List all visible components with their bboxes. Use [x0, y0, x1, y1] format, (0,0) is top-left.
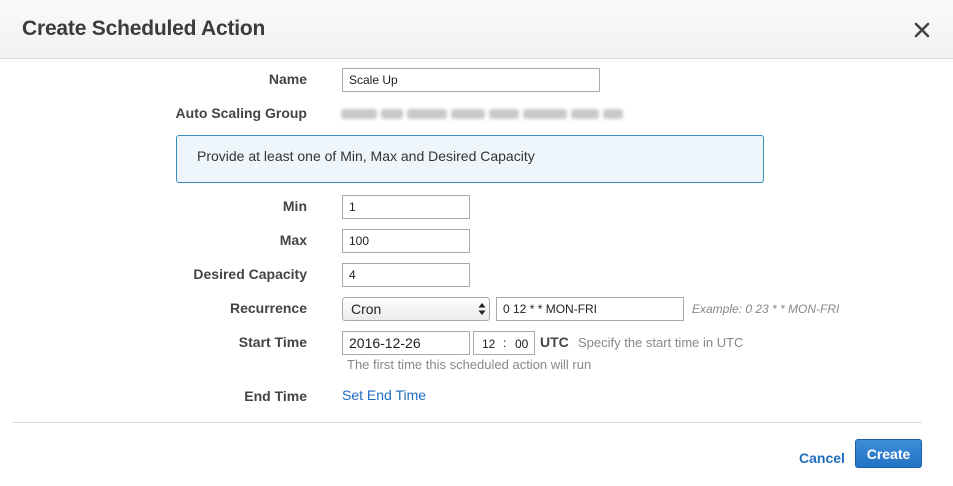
info-text: Provide at least one of Min, Max and Des…	[197, 148, 535, 164]
cron-expression-input[interactable]	[496, 297, 684, 321]
recurrence-label: Recurrence	[229, 300, 307, 316]
start-time-input[interactable]: 12 : 00	[473, 331, 535, 355]
info-box: Provide at least one of Min, Max and Des…	[176, 135, 764, 183]
max-label: Max	[279, 232, 307, 248]
start-date-input[interactable]	[342, 331, 470, 355]
cron-example-hint: Example: 0 23 * * MON-FRI	[692, 302, 840, 316]
create-button[interactable]: Create	[855, 439, 922, 468]
close-icon	[914, 22, 930, 38]
asg-value-redacted	[341, 107, 627, 121]
desired-capacity-label: Desired Capacity	[193, 266, 307, 282]
start-hour[interactable]: 12	[482, 337, 495, 351]
name-input[interactable]	[342, 68, 600, 92]
start-time-label: Start Time	[238, 334, 307, 350]
dialog-title: Create Scheduled Action	[22, 17, 266, 40]
footer-divider	[12, 422, 922, 423]
max-input[interactable]	[342, 229, 470, 253]
dialog-header: Create Scheduled Action	[0, 0, 953, 59]
utc-label: UTC	[540, 334, 569, 350]
cancel-button[interactable]: Cancel	[799, 450, 845, 466]
desired-capacity-input[interactable]	[342, 263, 470, 287]
asg-label: Auto Scaling Group	[175, 105, 307, 121]
set-end-time-link[interactable]: Set End Time	[342, 387, 426, 403]
updown-arrows-icon	[478, 303, 486, 315]
min-input[interactable]	[342, 195, 470, 219]
end-time-label: End Time	[244, 388, 307, 404]
name-label: Name	[268, 71, 307, 87]
start-minute[interactable]: 00	[515, 337, 528, 351]
first-run-hint: The first time this scheduled action wil…	[347, 357, 592, 372]
utc-hint: Specify the start time in UTC	[578, 335, 744, 350]
recurrence-select[interactable]: Cron	[342, 297, 490, 321]
time-separator: :	[503, 336, 507, 350]
min-label: Min	[282, 198, 307, 214]
close-button[interactable]	[908, 18, 936, 42]
recurrence-selected: Cron	[351, 301, 382, 317]
